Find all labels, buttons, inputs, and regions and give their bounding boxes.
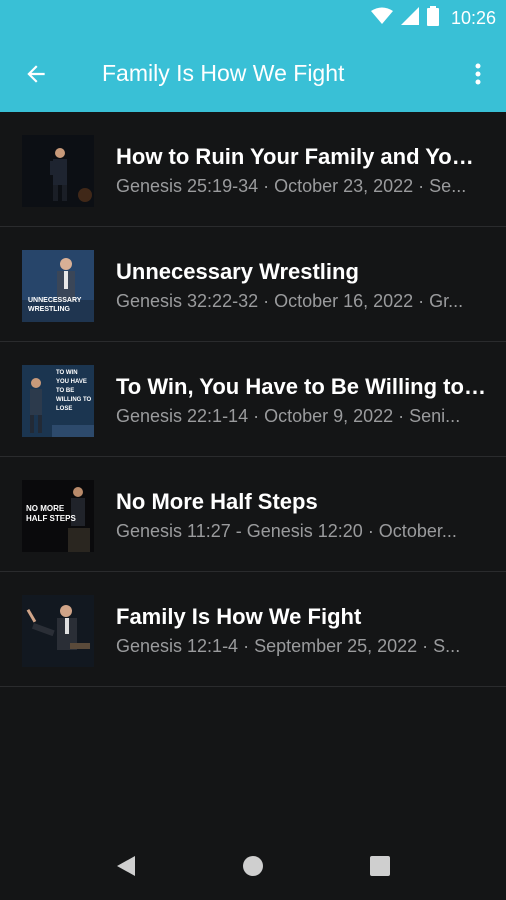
sermon-subtitle: Genesis 11:27 - Genesis 12:20 · October.… (116, 521, 457, 541)
system-nav-bar (0, 832, 506, 900)
thumbnail-text: TO WIN YOU HAVE TO BE WILLING TO LOSE (56, 370, 92, 412)
sermon-list-item[interactable]: How to Ruin Your Family and Your Life Ge… (0, 112, 506, 227)
page-title: Family Is How We Fight (102, 60, 345, 86)
sermon-thumbnail (22, 135, 94, 207)
sermon-list-item[interactable]: UNNECESSARY WRESTLING Unnecessary Wrestl… (0, 227, 506, 342)
sermon-list: How to Ruin Your Family and Your Life Ge… (0, 112, 506, 687)
sermon-list-item[interactable]: TO WIN YOU HAVE TO BE WILLING TO LOSE To… (0, 342, 506, 457)
back-button[interactable] (16, 54, 56, 94)
status-bar: 10:26 (0, 0, 506, 36)
sermon-thumbnail: NO MORE HALF STEPS (22, 480, 94, 552)
sermon-title: To Win, You Have to Be Willing to Lose (116, 374, 486, 399)
sermon-thumbnail: TO WIN YOU HAVE TO BE WILLING TO LOSE (22, 365, 94, 437)
more-vert-icon (475, 63, 481, 85)
sermon-thumbnail: UNNECESSARY WRESTLING (22, 250, 94, 322)
sermon-subtitle: Genesis 25:19-34 · October 23, 2022 · Se… (116, 176, 467, 196)
nav-recents-button[interactable] (358, 844, 402, 888)
sermon-title: Unnecessary Wrestling (116, 259, 359, 284)
wifi-icon (370, 7, 393, 30)
signal-icon (400, 6, 419, 30)
sermon-subtitle: Genesis 12:1-4 · September 25, 2022 · S.… (116, 636, 461, 656)
recents-square-icon (370, 856, 390, 876)
overflow-menu-button[interactable] (466, 54, 490, 94)
app-bar: Family Is How We Fight (0, 36, 506, 112)
sermon-title: No More Half Steps (116, 489, 318, 514)
sermon-list-item[interactable]: Family Is How We Fight Genesis 12:1-4 · … (0, 572, 506, 687)
status-time: 10:26 (450, 7, 496, 28)
sermon-subtitle: Genesis 22:1-14 · October 9, 2022 · Seni… (116, 406, 461, 426)
sermon-list-item[interactable]: NO MORE HALF STEPS No More Half Steps Ge… (0, 457, 506, 572)
nav-home-button[interactable] (231, 844, 275, 888)
battery-icon (426, 5, 439, 31)
sermon-title: Family Is How We Fight (116, 604, 362, 629)
arrow-back-icon (27, 65, 45, 83)
sermon-thumbnail (22, 595, 94, 667)
sermon-title: How to Ruin Your Family and Your Life (116, 144, 486, 169)
sermon-subtitle: Genesis 32:22-32 · October 16, 2022 · Gr… (116, 291, 464, 311)
nav-back-button[interactable] (104, 844, 148, 888)
back-triangle-icon (117, 856, 135, 876)
thumbnail-text: UNNECESSARY WRESTLING (28, 297, 82, 313)
status-icons: 10:26 (370, 0, 496, 36)
thumbnail-text: NO MORE HALF STEPS (26, 504, 76, 523)
home-circle-icon (243, 856, 263, 876)
